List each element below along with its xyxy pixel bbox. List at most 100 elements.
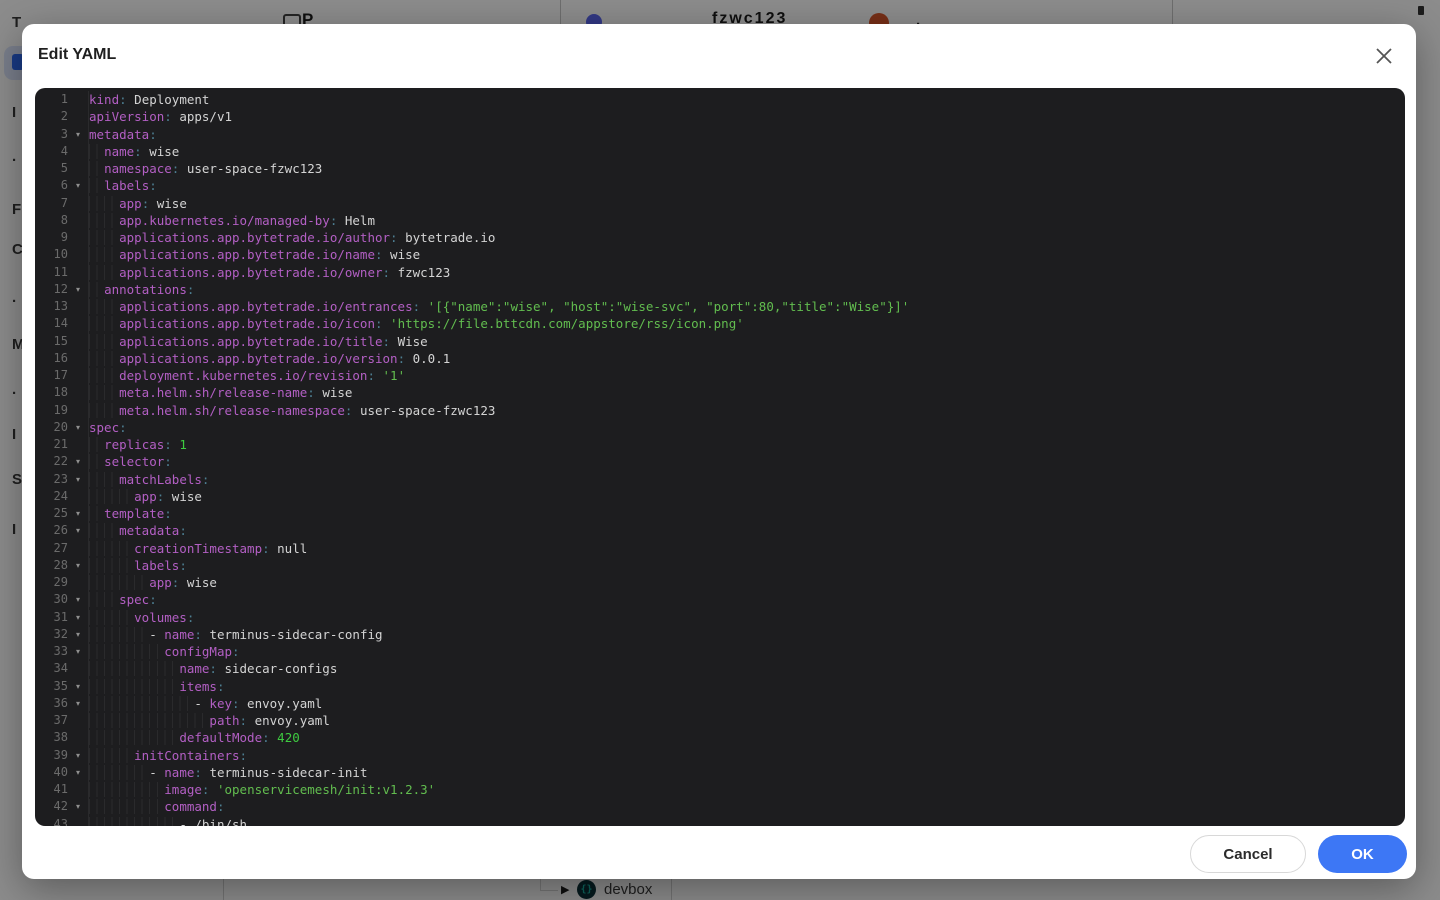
- gutter: 20▾: [35, 419, 88, 436]
- gutter: 28▾: [35, 557, 88, 574]
- dialog-title: Edit YAML: [38, 46, 116, 64]
- line-number: 18: [35, 384, 68, 401]
- line-number: 14: [35, 315, 68, 332]
- fold-arrow-icon[interactable]: ▾: [68, 126, 88, 143]
- code-line: 36▾ - key: envoy.yaml: [35, 695, 1405, 712]
- fold-arrow-icon[interactable]: ▾: [68, 626, 88, 643]
- line-number: 29: [35, 574, 68, 591]
- line-number: 15: [35, 333, 68, 350]
- line-number: 30: [35, 591, 68, 608]
- code-line: 20▾spec:: [35, 419, 1405, 436]
- code-text: - key: envoy.yaml: [88, 695, 1405, 712]
- close-icon[interactable]: [1371, 43, 1397, 69]
- fold-arrow-icon[interactable]: ▾: [68, 419, 88, 436]
- code-line: 30▾ spec:: [35, 591, 1405, 608]
- code-text: - /bin/sh: [88, 816, 1405, 827]
- code-text: app: wise: [88, 488, 1405, 505]
- fold-arrow-icon[interactable]: ▾: [68, 643, 88, 660]
- code-line: 19 meta.helm.sh/release-namespace: user-…: [35, 402, 1405, 419]
- line-number: 11: [35, 264, 68, 281]
- fold-spacer: [68, 195, 88, 212]
- gutter: 38: [35, 729, 88, 746]
- fold-arrow-icon[interactable]: ▾: [68, 695, 88, 712]
- fold-arrow-icon[interactable]: ▾: [68, 764, 88, 781]
- code-line: 35▾ items:: [35, 678, 1405, 695]
- line-number: 2: [35, 108, 68, 125]
- fold-arrow-icon[interactable]: ▾: [68, 281, 88, 298]
- code-line: 12▾ annotations:: [35, 281, 1405, 298]
- fold-arrow-icon[interactable]: ▾: [68, 609, 88, 626]
- line-number: 22: [35, 453, 68, 470]
- gutter: 5: [35, 160, 88, 177]
- fold-arrow-icon[interactable]: ▾: [68, 591, 88, 608]
- gutter: 6▾: [35, 177, 88, 194]
- line-number: 32: [35, 626, 68, 643]
- line-number: 24: [35, 488, 68, 505]
- line-number: 36: [35, 695, 68, 712]
- line-number: 28: [35, 557, 68, 574]
- code-text: matchLabels:: [88, 471, 1405, 488]
- code-text: applications.app.bytetrade.io/author: by…: [88, 229, 1405, 246]
- code-line: 33▾ configMap:: [35, 643, 1405, 660]
- code-text: metadata:: [88, 126, 1405, 143]
- code-text: applications.app.bytetrade.io/name: wise: [88, 246, 1405, 263]
- fold-spacer: [68, 212, 88, 229]
- code-line: 22▾ selector:: [35, 453, 1405, 470]
- ok-button[interactable]: OK: [1318, 835, 1407, 873]
- gutter: 26▾: [35, 522, 88, 539]
- fold-spacer: [68, 91, 88, 108]
- gutter: 43: [35, 816, 88, 827]
- fold-arrow-icon[interactable]: ▾: [68, 798, 88, 815]
- gutter: 14: [35, 315, 88, 332]
- fold-arrow-icon[interactable]: ▾: [68, 678, 88, 695]
- fold-arrow-icon[interactable]: ▾: [68, 747, 88, 764]
- code-text: meta.helm.sh/release-name: wise: [88, 384, 1405, 401]
- code-line: 27 creationTimestamp: null: [35, 540, 1405, 557]
- code-text: template:: [88, 505, 1405, 522]
- fold-spacer: [68, 384, 88, 401]
- fold-arrow-icon[interactable]: ▾: [68, 471, 88, 488]
- fold-arrow-icon[interactable]: ▾: [68, 522, 88, 539]
- code-text: labels:: [88, 557, 1405, 574]
- code-text: kind: Deployment: [88, 91, 1405, 108]
- code-text: command:: [88, 798, 1405, 815]
- line-number: 1: [35, 91, 68, 108]
- line-number: 39: [35, 747, 68, 764]
- code-line: 38 defaultMode: 420: [35, 729, 1405, 746]
- code-line: 2apiVersion: apps/v1: [35, 108, 1405, 125]
- fold-arrow-icon[interactable]: ▾: [68, 505, 88, 522]
- line-number: 31: [35, 609, 68, 626]
- code-text: labels:: [88, 177, 1405, 194]
- code-text: app: wise: [88, 195, 1405, 212]
- code-line: 31▾ volumes:: [35, 609, 1405, 626]
- line-number: 4: [35, 143, 68, 160]
- code-text: app: wise: [88, 574, 1405, 591]
- cancel-button[interactable]: Cancel: [1190, 835, 1306, 873]
- line-number: 20: [35, 419, 68, 436]
- gutter: 33▾: [35, 643, 88, 660]
- line-number: 33: [35, 643, 68, 660]
- line-number: 37: [35, 712, 68, 729]
- gutter: 15: [35, 333, 88, 350]
- fold-arrow-icon[interactable]: ▾: [68, 177, 88, 194]
- code-line: 21 replicas: 1: [35, 436, 1405, 453]
- gutter: 37: [35, 712, 88, 729]
- line-number: 35: [35, 678, 68, 695]
- fold-spacer: [68, 160, 88, 177]
- line-number: 19: [35, 402, 68, 419]
- code-line: 11 applications.app.bytetrade.io/owner: …: [35, 264, 1405, 281]
- yaml-editor[interactable]: 1kind: Deployment2apiVersion: apps/v13▾m…: [35, 88, 1405, 826]
- fold-arrow-icon[interactable]: ▾: [68, 557, 88, 574]
- gutter: 10: [35, 246, 88, 263]
- fold-arrow-icon[interactable]: ▾: [68, 453, 88, 470]
- gutter: 8: [35, 212, 88, 229]
- line-number: 17: [35, 367, 68, 384]
- line-number: 9: [35, 229, 68, 246]
- gutter: 35▾: [35, 678, 88, 695]
- line-number: 26: [35, 522, 68, 539]
- fold-spacer: [68, 315, 88, 332]
- fold-spacer: [68, 143, 88, 160]
- line-number: 8: [35, 212, 68, 229]
- code-line: 6▾ labels:: [35, 177, 1405, 194]
- line-number: 10: [35, 246, 68, 263]
